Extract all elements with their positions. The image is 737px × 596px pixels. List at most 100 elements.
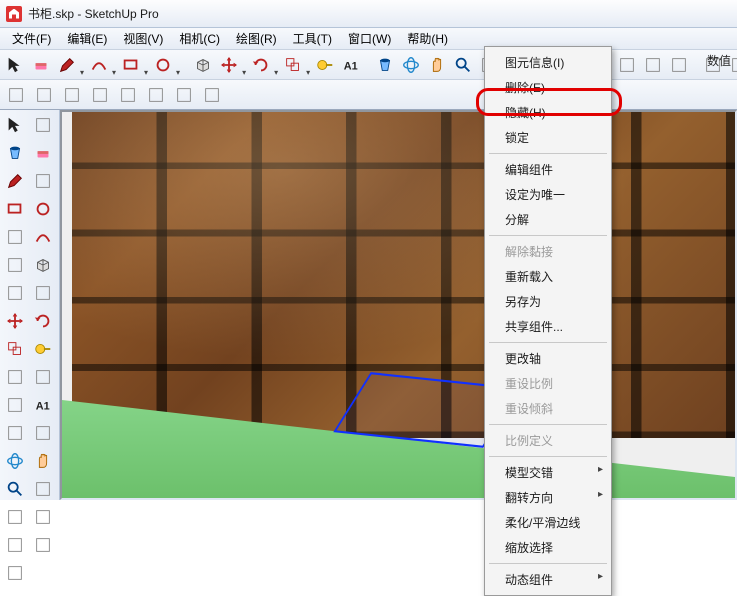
make-comp-tool[interactable] [30, 112, 56, 138]
rotate-icon [251, 55, 271, 75]
poly2-tool[interactable] [144, 83, 168, 107]
circle-dropdown-icon[interactable]: ▾ [176, 53, 180, 77]
arc-tool[interactable] [88, 53, 110, 77]
ctx-缩放选择[interactable]: 缩放选择 [487, 535, 609, 560]
circle-tool[interactable] [152, 53, 174, 77]
rotate-dropdown-icon[interactable]: ▾ [274, 53, 278, 77]
ctx-锁定[interactable]: 锁定 [487, 125, 609, 150]
pan-tool[interactable] [426, 53, 448, 77]
look-tool[interactable] [30, 532, 56, 558]
ctx-共享组件[interactable]: 共享组件... [487, 314, 609, 339]
poly-tool[interactable] [116, 83, 140, 107]
rect-dropdown-icon[interactable]: ▾ [144, 53, 148, 77]
move-dropdown-icon[interactable]: ▾ [242, 53, 246, 77]
make-comp-tool[interactable] [4, 83, 28, 107]
rect-tool[interactable] [2, 196, 28, 222]
pie-tool[interactable] [2, 252, 28, 278]
tape-tool[interactable] [314, 53, 336, 77]
protractor-tool[interactable] [668, 53, 690, 77]
circle-tool[interactable] [30, 196, 56, 222]
tape-tool[interactable] [30, 336, 56, 362]
paint-bucket-tool[interactable] [32, 83, 56, 107]
look-tool[interactable] [642, 53, 664, 77]
3dtext-tool[interactable] [2, 420, 28, 446]
paint-icon [5, 143, 25, 163]
text-tool[interactable]: A1 [30, 392, 56, 418]
menu-help[interactable]: 帮助(H) [399, 28, 456, 49]
pushpull-tool[interactable] [30, 252, 56, 278]
orbit-tool[interactable] [400, 53, 422, 77]
menu-draw[interactable]: 绘图(R) [228, 28, 285, 49]
ctx-动态组件[interactable]: 动态组件 [487, 567, 609, 592]
offset-tool[interactable] [30, 280, 56, 306]
tape-icon [33, 339, 53, 359]
ctx-重新载入[interactable]: 重新载入 [487, 264, 609, 289]
zoom-ext-tool[interactable] [2, 504, 28, 530]
section-tool[interactable] [30, 420, 56, 446]
zoom-tool[interactable] [452, 53, 474, 77]
ctx-隐藏H[interactable]: 隐藏(H) [487, 100, 609, 125]
text-tool[interactable]: A1 [340, 53, 362, 77]
zoom-win-tool[interactable] [30, 476, 56, 502]
pushpull-tool[interactable] [192, 53, 214, 77]
scale-dropdown-icon[interactable]: ▾ [306, 53, 310, 77]
paint-tool[interactable] [374, 53, 396, 77]
zoom-icon [453, 55, 473, 75]
rotate-icon [33, 311, 53, 331]
protractor-tool[interactable] [2, 364, 28, 390]
arc-tool[interactable] [30, 224, 56, 250]
dim-tool[interactable] [2, 392, 28, 418]
menu-window[interactable]: 窗口(W) [340, 28, 399, 49]
line-tool[interactable] [56, 53, 78, 77]
dim2-icon [202, 85, 222, 105]
freehand-tool[interactable] [30, 168, 56, 194]
dim2-tool[interactable] [200, 83, 224, 107]
poly-tool[interactable] [2, 224, 28, 250]
ctx-图元信息I[interactable]: 图元信息(I) [487, 50, 609, 75]
position-tool[interactable] [2, 532, 28, 558]
menu-tools[interactable]: 工具(T) [285, 28, 340, 49]
orbit-tool[interactable] [2, 448, 28, 474]
ctx-编辑组件[interactable]: 编辑组件 [487, 157, 609, 182]
select-tool[interactable] [2, 112, 28, 138]
move-tool[interactable] [2, 308, 28, 334]
pan-tool[interactable] [30, 448, 56, 474]
menu-edit[interactable]: 编辑(E) [59, 28, 115, 49]
ctx-另存为[interactable]: 另存为 [487, 289, 609, 314]
workspace: A1 [0, 110, 737, 500]
select-tool[interactable] [4, 53, 26, 77]
menu-file[interactable]: 文件(F) [4, 28, 59, 49]
paint-tool[interactable] [2, 140, 28, 166]
scale-tool[interactable] [2, 336, 28, 362]
rect-tool[interactable] [120, 53, 142, 77]
menu-camera[interactable]: 相机(C) [171, 28, 228, 49]
prev-tool[interactable] [30, 504, 56, 530]
walk-tool[interactable] [2, 560, 28, 586]
move-tool[interactable] [218, 53, 240, 77]
arc-dropdown-icon[interactable]: ▾ [112, 53, 116, 77]
walk-tool[interactable] [616, 53, 638, 77]
viewport-3d[interactable] [60, 110, 737, 500]
text2-tool[interactable] [172, 83, 196, 107]
rotate-tool[interactable] [30, 308, 56, 334]
scale-tool[interactable] [282, 53, 304, 77]
rotate-tool[interactable] [250, 53, 272, 77]
ctx-删除E[interactable]: 删除(E) [487, 75, 609, 100]
ctx-分解[interactable]: 分解 [487, 207, 609, 232]
ctx-模型交错[interactable]: 模型交错 [487, 460, 609, 485]
eraser2-tool[interactable] [88, 83, 112, 107]
ctx-柔化平滑边线[interactable]: 柔化/平滑边线 [487, 510, 609, 535]
bucket2-tool[interactable] [60, 83, 84, 107]
eraser-tool[interactable] [30, 140, 56, 166]
move-icon [5, 311, 25, 331]
zoom-tool[interactable] [2, 476, 28, 502]
menu-view[interactable]: 视图(V) [115, 28, 171, 49]
ctx-更改轴[interactable]: 更改轴 [487, 346, 609, 371]
eraser-tool[interactable] [30, 53, 52, 77]
line-tool[interactable] [2, 168, 28, 194]
line-dropdown-icon[interactable]: ▾ [80, 53, 84, 77]
ctx-设定为唯一[interactable]: 设定为唯一 [487, 182, 609, 207]
followme-tool[interactable] [2, 280, 28, 306]
ctx-翻转方向[interactable]: 翻转方向 [487, 485, 609, 510]
axes-tool[interactable] [30, 364, 56, 390]
